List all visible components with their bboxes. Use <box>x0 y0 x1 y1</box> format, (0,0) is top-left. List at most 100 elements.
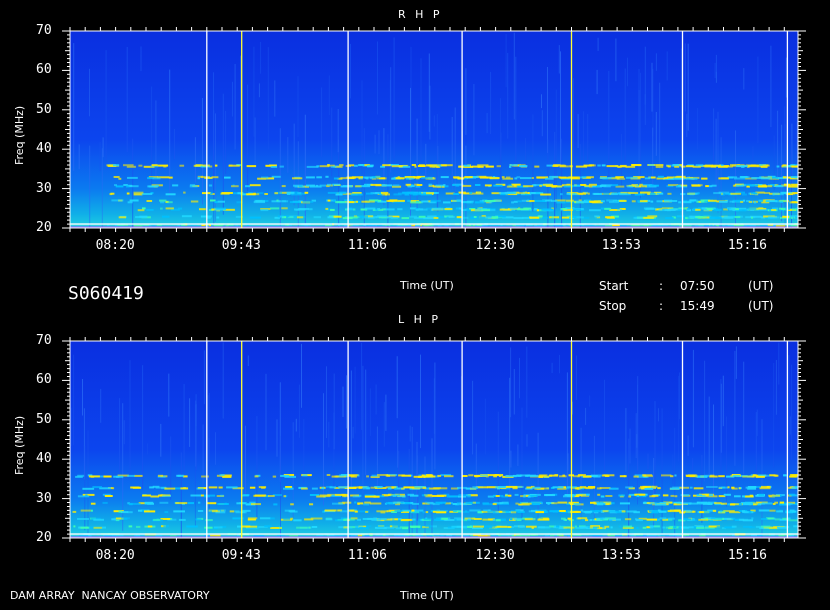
emission-speck <box>425 525 433 528</box>
x-tick-label: 13:53 <box>601 548 641 563</box>
noise-streak <box>416 441 418 538</box>
emission-speck <box>352 495 361 498</box>
emission-speck <box>398 199 405 202</box>
noise-streak <box>298 384 300 438</box>
emission-speck <box>435 501 447 504</box>
noise-streak <box>420 354 421 449</box>
emission-speck <box>527 192 530 194</box>
noise-streak <box>99 142 101 172</box>
emission-speck <box>409 207 417 210</box>
emission-speck <box>298 208 309 210</box>
noise-streak <box>321 87 323 157</box>
noise-streak <box>672 454 674 485</box>
noise-streak <box>499 98 501 188</box>
emission-speck <box>606 502 612 505</box>
emission-speck <box>410 494 419 497</box>
emission-speck <box>657 487 661 490</box>
emission-speck <box>152 177 161 180</box>
emission-speck <box>373 517 378 520</box>
emission-speck <box>370 183 382 186</box>
emission-speck <box>392 525 399 528</box>
emission-speck <box>772 503 776 505</box>
rhp-x-axis-label: Time (UT) <box>400 279 454 292</box>
emission-speck <box>177 474 182 477</box>
emission-speck <box>792 510 797 513</box>
noise-streak <box>274 80 276 117</box>
emission-speck <box>556 201 566 204</box>
emission-speck <box>254 475 259 478</box>
emission-speck <box>685 177 698 180</box>
emission-speck <box>339 164 344 167</box>
emission-speck <box>724 215 736 218</box>
emission-speck <box>389 199 398 202</box>
emission-speck <box>200 494 204 497</box>
emission-speck <box>448 215 455 218</box>
emission-speck <box>128 525 133 528</box>
noise-streak <box>735 346 737 379</box>
emission-speck <box>509 207 518 210</box>
emission-speck <box>245 525 258 528</box>
emission-speck <box>364 501 371 504</box>
emission-speck <box>473 216 477 218</box>
noise-streak <box>170 436 172 500</box>
emission-speck <box>476 486 488 489</box>
emission-speck <box>695 208 701 211</box>
emission-speck <box>695 216 703 219</box>
emission-speck <box>582 493 587 496</box>
emission-speck <box>596 487 602 490</box>
emission-speck <box>147 185 158 188</box>
noise-streak <box>258 83 260 98</box>
noise-streak <box>160 423 162 457</box>
emission-speck <box>760 177 771 180</box>
noise-streak <box>519 357 520 399</box>
emission-speck <box>627 185 633 188</box>
emission-speck <box>162 215 170 218</box>
emission-speck <box>547 503 550 505</box>
emission-speck <box>515 502 519 505</box>
emission-speck <box>579 486 587 488</box>
emission-speck <box>435 184 445 187</box>
emission-speck <box>359 164 364 166</box>
emission-speck <box>757 200 763 203</box>
noise-streak <box>687 435 689 456</box>
noise-streak <box>775 360 777 415</box>
emission-speck <box>377 474 389 476</box>
emission-speck <box>740 201 744 203</box>
emission-speck <box>178 518 186 521</box>
emission-speck <box>440 176 449 179</box>
emission-speck <box>773 474 778 477</box>
emission-speck <box>782 215 790 218</box>
noise-streak <box>647 453 649 470</box>
emission-speck <box>609 193 619 196</box>
emission-speck <box>732 474 740 477</box>
emission-speck <box>771 209 777 211</box>
emission-speck <box>776 165 780 168</box>
emission-speck <box>484 200 496 202</box>
emission-speck <box>464 176 473 179</box>
emission-speck <box>195 518 202 521</box>
y-tick-label: 20 <box>36 220 52 235</box>
emission-speck <box>283 487 294 490</box>
emission-speck <box>150 495 159 498</box>
emission-speck <box>306 184 316 187</box>
emission-speck <box>406 177 414 180</box>
emission-speck <box>330 208 335 211</box>
noise-streak <box>515 56 517 171</box>
emission-speck <box>543 487 550 490</box>
emission-speck <box>80 509 91 512</box>
emission-speck <box>529 216 532 219</box>
emission-speck <box>676 175 686 178</box>
noise-streak <box>411 426 413 538</box>
emission-speck <box>165 207 174 210</box>
emission-speck <box>111 487 115 490</box>
emission-speck <box>593 502 597 505</box>
emission-speck <box>581 510 584 513</box>
emission-speck <box>467 495 471 498</box>
emission-speck <box>421 200 429 203</box>
noise-streak <box>678 375 680 462</box>
emission-speck <box>532 518 535 521</box>
emission-speck <box>689 199 696 202</box>
noise-streak <box>280 436 281 538</box>
emission-speck <box>559 510 566 512</box>
noise-streak <box>376 426 378 491</box>
